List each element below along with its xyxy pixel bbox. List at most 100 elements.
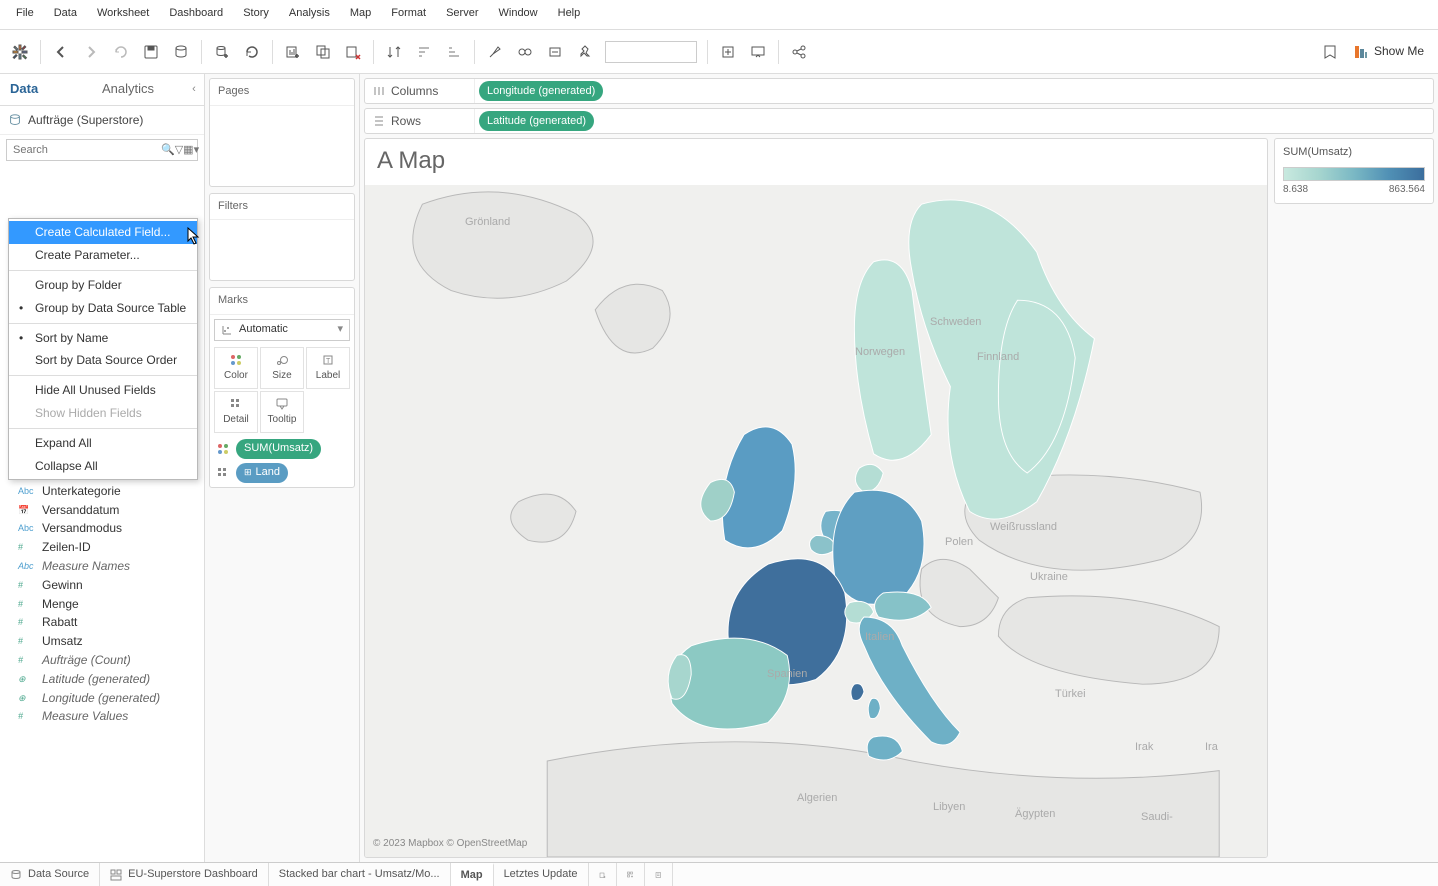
field-item[interactable]: ⊕Longitude (generated) (0, 689, 204, 708)
menu-window[interactable]: Window (491, 4, 546, 23)
menu-help[interactable]: Help (550, 4, 589, 23)
fit-icon[interactable] (714, 38, 742, 66)
forward-icon[interactable] (77, 38, 105, 66)
new-story-tab[interactable] (645, 863, 673, 886)
filters-shelf[interactable]: Filters (209, 193, 355, 281)
field-item[interactable]: #Gewinn (0, 576, 204, 595)
filter-icon[interactable]: ▽ (175, 143, 183, 158)
view-icon[interactable]: ▦ (183, 143, 193, 158)
ctx-create-parameter[interactable]: Create Parameter... (9, 244, 197, 267)
field-menu-icon[interactable]: ▾ (194, 143, 200, 158)
search-icon[interactable]: 🔍 (161, 143, 175, 158)
search-input[interactable] (7, 142, 161, 158)
tab-stacked-bar[interactable]: Stacked bar chart - Umsatz/Mo... (269, 863, 451, 886)
field-item[interactable]: ⊕Latitude (generated) (0, 670, 204, 689)
data-pane: Data Analytics ‹ Aufträge (Superstore) 🔍… (0, 74, 205, 862)
tableau-logo-icon[interactable] (6, 38, 34, 66)
marks-detail[interactable]: Detail (214, 391, 258, 433)
ctx-sort-ds-order[interactable]: Sort by Data Source Order (9, 349, 197, 372)
search-row: 🔍 ▽ ▦ ▾ (6, 139, 198, 161)
menu-file[interactable]: File (8, 4, 42, 23)
pin-icon[interactable] (571, 38, 599, 66)
back-icon[interactable] (47, 38, 75, 66)
viz-canvas[interactable]: A Map (364, 138, 1268, 858)
menu-analysis[interactable]: Analysis (281, 4, 338, 23)
pill-sumumsatz[interactable]: SUM(Umsatz) (236, 439, 321, 459)
new-worksheet-icon[interactable] (208, 38, 236, 66)
toolbar-combo[interactable] (605, 41, 697, 63)
marks-color[interactable]: Color (214, 347, 258, 389)
field-item[interactable]: #Umsatz (0, 632, 204, 651)
field-item[interactable]: #Rabatt (0, 613, 204, 632)
new-worksheet-tab[interactable] (589, 863, 617, 886)
tab-analytics[interactable]: Analytics (92, 74, 184, 104)
ctx-group-folder[interactable]: Group by Folder (9, 274, 197, 297)
menu-story[interactable]: Story (235, 4, 277, 23)
menu-data[interactable]: Data (46, 4, 85, 23)
field-name: Longitude (generated) (42, 690, 160, 707)
new-datasource-icon[interactable] (167, 38, 195, 66)
pill-columns-longitude[interactable]: Longitude (generated) (479, 81, 603, 101)
field-type-icon: Abc (18, 522, 36, 535)
menu-worksheet[interactable]: Worksheet (89, 4, 157, 23)
label-icon[interactable] (541, 38, 569, 66)
marks-tooltip[interactable]: Tooltip (260, 391, 304, 433)
collapse-pane-icon[interactable]: ‹ (184, 74, 204, 104)
ctx-collapse-all[interactable]: Collapse All (9, 455, 197, 478)
toolbar: Show Me (0, 30, 1438, 74)
marks-card: Marks Automatic ▾ Color Size TLabel Deta… (209, 287, 355, 487)
marks-size[interactable]: Size (260, 347, 304, 389)
highlight-icon[interactable] (481, 38, 509, 66)
menu-map[interactable]: Map (342, 4, 379, 23)
field-item[interactable]: #Measure Values (0, 707, 204, 726)
legend-card[interactable]: SUM(Umsatz) 8.638 863.564 (1274, 138, 1434, 203)
tab-eu-dashboard[interactable]: EU-Superstore Dashboard (100, 863, 269, 886)
swap-icon[interactable] (380, 38, 408, 66)
tab-map[interactable]: Map (451, 863, 494, 886)
field-name: Measure Names (42, 558, 130, 575)
rows-shelf[interactable]: Rows Latitude (generated) (364, 108, 1434, 134)
guide-icon[interactable] (1316, 38, 1344, 66)
field-item[interactable]: AbcUnterkategorie (0, 482, 204, 501)
group-icon[interactable] (511, 38, 539, 66)
menu-format[interactable]: Format (383, 4, 434, 23)
viz-title[interactable]: A Map (365, 139, 1267, 183)
menu-dashboard[interactable]: Dashboard (161, 4, 231, 23)
sort-desc-icon[interactable] (440, 38, 468, 66)
field-item[interactable]: AbcMeasure Names (0, 557, 204, 576)
ctx-group-datasource[interactable]: Group by Data Source Table (9, 297, 197, 320)
map-attribution: © 2023 Mapbox © OpenStreetMap (373, 837, 527, 851)
duplicate-sheet-icon[interactable] (309, 38, 337, 66)
marks-label[interactable]: TLabel (306, 347, 350, 389)
ctx-create-calc-field[interactable]: Create Calculated Field... (9, 221, 197, 244)
sort-asc-icon[interactable] (410, 38, 438, 66)
ctx-expand-all[interactable]: Expand All (9, 432, 197, 455)
field-item[interactable]: AbcVersandmodus (0, 519, 204, 538)
pill-land[interactable]: ⊞ Land (236, 463, 288, 483)
map-label-spanien: Spanien (767, 667, 807, 682)
field-item[interactable]: 📅Versanddatum (0, 501, 204, 520)
refresh-icon[interactable] (238, 38, 266, 66)
tab-letztes-update[interactable]: Letztes Update (494, 863, 589, 886)
save-icon[interactable] (137, 38, 165, 66)
presentation-icon[interactable] (744, 38, 772, 66)
clear-sheet-icon[interactable] (339, 38, 367, 66)
datasource-row[interactable]: Aufträge (Superstore) (0, 106, 204, 136)
pill-rows-latitude[interactable]: Latitude (generated) (479, 111, 594, 131)
share-icon[interactable] (785, 38, 813, 66)
new-sheet-icon[interactable] (279, 38, 307, 66)
showme-button[interactable]: Show Me (1346, 43, 1432, 60)
tab-datasource[interactable]: Data Source (0, 863, 100, 886)
tab-data[interactable]: Data (0, 74, 92, 104)
pages-shelf[interactable]: Pages (209, 78, 355, 186)
undo-icon[interactable] (107, 38, 135, 66)
field-item[interactable]: #Aufträge (Count) (0, 651, 204, 670)
menu-server[interactable]: Server (438, 4, 486, 23)
ctx-sort-name[interactable]: Sort by Name (9, 327, 197, 350)
field-item[interactable]: #Menge (0, 595, 204, 614)
columns-shelf[interactable]: Columns Longitude (generated) (364, 78, 1434, 104)
field-item[interactable]: #Zeilen-ID (0, 538, 204, 557)
new-dashboard-tab[interactable] (617, 863, 645, 886)
marktype-select[interactable]: Automatic ▾ (214, 319, 350, 341)
ctx-hide-unused[interactable]: Hide All Unused Fields (9, 379, 197, 402)
